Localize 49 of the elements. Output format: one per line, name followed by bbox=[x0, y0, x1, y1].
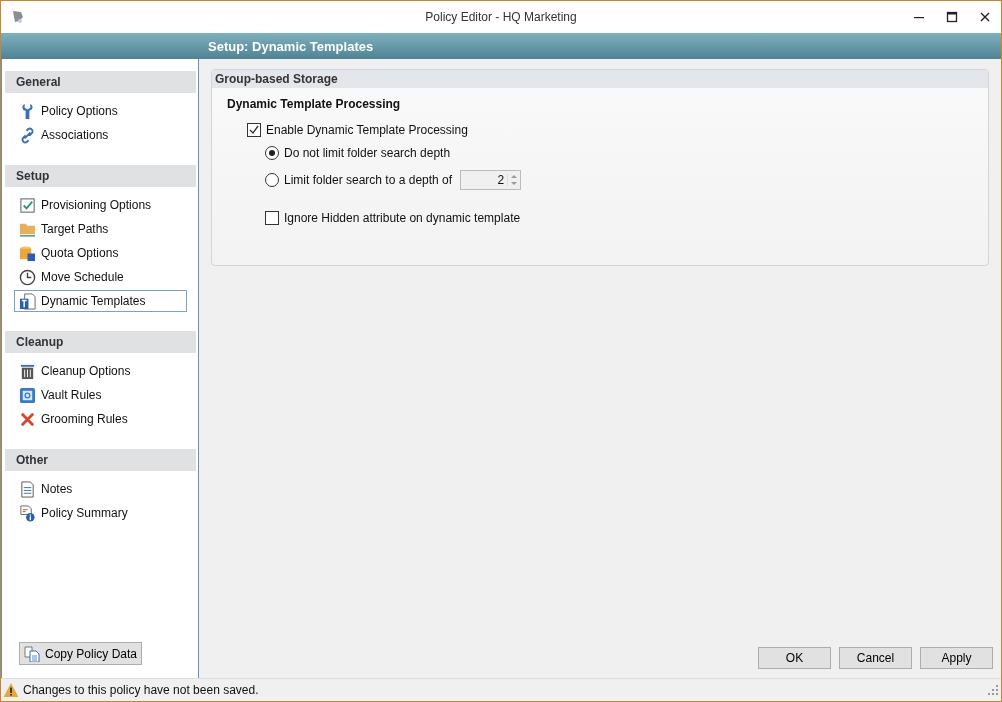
checkbox-label: Ignore Hidden attribute on dynamic template bbox=[284, 211, 521, 225]
close-icon[interactable] bbox=[979, 11, 991, 23]
sidebar-item[interactable]: Notes bbox=[14, 478, 187, 500]
copy-policy-data-button[interactable]: Copy Policy Data bbox=[19, 642, 143, 665]
sidebar-item[interactable]: Grooming Rules bbox=[14, 408, 187, 430]
checkbox[interactable] bbox=[265, 211, 279, 225]
sidebar-item[interactable]: Quota Options bbox=[14, 242, 187, 264]
sidebar-item[interactable]: Associations bbox=[14, 124, 187, 146]
clock-icon bbox=[19, 268, 36, 286]
radio-label: Do not limit folder search depth bbox=[284, 146, 451, 160]
database-icon bbox=[19, 244, 36, 262]
info-icon bbox=[19, 504, 36, 522]
radio-button[interactable] bbox=[265, 173, 279, 187]
sidebar-item[interactable]: Vault Rules bbox=[14, 384, 187, 406]
checkbox-label: Enable Dynamic Template Processing bbox=[266, 123, 468, 137]
section-header: Setup bbox=[5, 165, 196, 187]
app-icon bbox=[10, 9, 26, 25]
status-message: Changes to this policy have not been saved. bbox=[23, 683, 259, 697]
maximize-icon[interactable] bbox=[946, 11, 958, 23]
window-title: Policy Editor - HQ Marketing bbox=[425, 10, 577, 24]
copy-icon bbox=[24, 645, 40, 662]
sidebar-item[interactable]: Provisioning Options bbox=[14, 194, 187, 216]
section-header: General bbox=[5, 71, 196, 93]
panel-header: Group-based Storage bbox=[212, 70, 988, 88]
trash-icon bbox=[19, 362, 36, 380]
dialog-button[interactable]: Apply bbox=[920, 647, 993, 669]
sidebar-item[interactable]: Policy Summary bbox=[14, 502, 187, 524]
link-icon bbox=[19, 126, 36, 144]
sidebar-item[interactable]: Move Schedule bbox=[14, 266, 187, 288]
dialog-button[interactable]: Cancel bbox=[839, 647, 912, 669]
sidebar-item[interactable]: Policy Options bbox=[14, 100, 187, 122]
document-icon bbox=[19, 292, 36, 310]
section-header: Cleanup bbox=[5, 331, 196, 353]
section-header: Other bbox=[5, 449, 196, 471]
group-title: Dynamic Template Processing bbox=[227, 97, 402, 111]
page-title: Setup: Dynamic Templates bbox=[208, 38, 374, 54]
close-icon bbox=[19, 410, 36, 428]
radio-button[interactable] bbox=[265, 146, 279, 160]
warning-icon bbox=[3, 682, 19, 698]
resize-grip-icon[interactable] bbox=[988, 685, 998, 695]
sidebar-item[interactable]: Target Paths bbox=[14, 218, 187, 240]
notes-icon bbox=[19, 480, 36, 498]
dialog-button[interactable]: OK bbox=[758, 647, 831, 669]
sidebar-item[interactable]: Dynamic Templates bbox=[14, 290, 187, 312]
radio-label: Limit folder search to a depth of bbox=[284, 173, 453, 187]
checkbox[interactable] bbox=[247, 123, 261, 137]
safe-icon bbox=[19, 386, 36, 404]
sidebar-item[interactable]: Cleanup Options bbox=[14, 360, 187, 382]
checkbox-icon bbox=[19, 196, 36, 214]
